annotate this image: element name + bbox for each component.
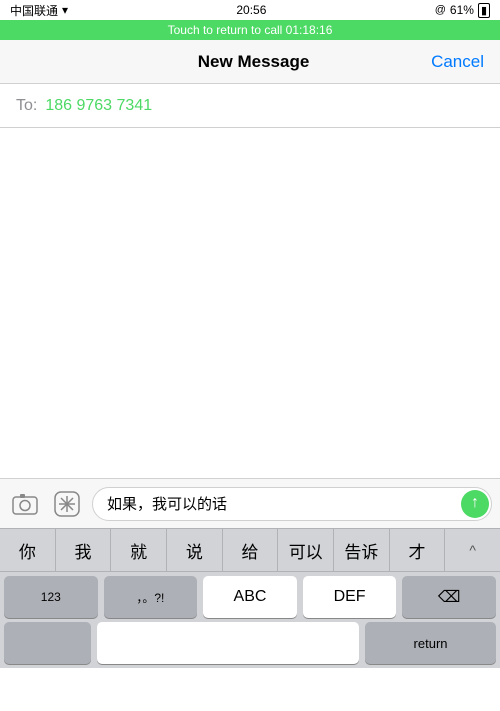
- predictive-bar: 你 我 就 说 给 可以 告诉 才 ^: [0, 528, 500, 572]
- key-abc-label: ABC: [234, 588, 267, 606]
- status-time: 20:56: [236, 3, 266, 17]
- key-def-label: DEF: [334, 588, 366, 606]
- call-banner-text: Touch to return to call 01:18:16: [168, 23, 333, 37]
- key-123-label: 123: [41, 590, 61, 604]
- message-area: [0, 128, 500, 478]
- appstore-button[interactable]: [50, 487, 84, 521]
- message-input[interactable]: [92, 487, 492, 521]
- to-field: To: 186 9763 7341: [0, 84, 500, 128]
- predictive-item-5[interactable]: 可以: [278, 529, 334, 571]
- camera-button[interactable]: [8, 487, 42, 521]
- appstore-icon: [53, 490, 81, 518]
- predictive-item-3[interactable]: 说: [167, 529, 223, 571]
- delete-icon: ⌫: [438, 587, 461, 607]
- battery-label: 61%: [450, 3, 474, 17]
- key-delete[interactable]: ⌫: [402, 576, 496, 618]
- predictive-item-0[interactable]: 你: [0, 529, 56, 571]
- predictive-text-1: 我: [75, 538, 92, 563]
- predictive-text-6: 告诉: [344, 538, 378, 563]
- predictive-item-4[interactable]: 给: [223, 529, 279, 571]
- send-button[interactable]: ↑: [461, 490, 489, 518]
- camera-icon: [11, 490, 39, 518]
- battery-icon: ▮: [478, 3, 490, 18]
- predictive-text-7: 才: [409, 538, 426, 563]
- keyboard-row-bottom: return: [0, 618, 500, 668]
- predictive-text-5: 可以: [289, 538, 323, 563]
- predictive-item-6[interactable]: 告诉: [334, 529, 390, 571]
- predictive-expand-button[interactable]: ^: [445, 529, 500, 571]
- keyboard-row-special: 123 ，。?! ABC DEF ⌫: [0, 572, 500, 618]
- wifi-icon: ▾: [62, 3, 68, 17]
- nav-bar: New Message Cancel: [0, 40, 500, 84]
- location-icon: @: [435, 4, 446, 16]
- carrier-label: 中国联通: [10, 2, 58, 19]
- message-input-wrapper: ↑: [92, 487, 492, 521]
- key-space[interactable]: [4, 622, 91, 664]
- key-punctuation[interactable]: ，。?!: [104, 576, 198, 618]
- predictive-text-4: 给: [242, 538, 259, 563]
- chevron-up-icon: ^: [469, 542, 476, 558]
- keyboard: 123 ，。?! ABC DEF ⌫ return: [0, 572, 500, 668]
- predictive-item-2[interactable]: 就: [111, 529, 167, 571]
- key-return[interactable]: return: [365, 622, 496, 664]
- cancel-button[interactable]: Cancel: [431, 52, 484, 72]
- to-number: 186 9763 7341: [45, 97, 152, 115]
- predictive-text-2: 就: [130, 538, 147, 563]
- key-return-label: return: [414, 636, 448, 651]
- status-right: @ 61% ▮: [435, 3, 490, 18]
- predictive-text-3: 说: [186, 538, 203, 563]
- predictive-item-7[interactable]: 才: [390, 529, 446, 571]
- key-punctuation-label: ，。?!: [136, 589, 164, 606]
- nav-title: New Message: [198, 52, 310, 72]
- input-toolbar: ↑: [0, 478, 500, 528]
- to-label: To:: [16, 97, 37, 115]
- key-def[interactable]: DEF: [303, 576, 397, 618]
- key-abc[interactable]: ABC: [203, 576, 297, 618]
- key-123[interactable]: 123: [4, 576, 98, 618]
- status-left: 中国联通 ▾: [10, 2, 68, 19]
- status-bar: 中国联通 ▾ 20:56 @ 61% ▮: [0, 0, 500, 20]
- send-arrow-icon: ↑: [471, 495, 479, 511]
- predictive-item-1[interactable]: 我: [56, 529, 112, 571]
- call-banner[interactable]: Touch to return to call 01:18:16: [0, 20, 500, 40]
- predictive-text-0: 你: [19, 538, 36, 563]
- key-space-wide[interactable]: [97, 622, 359, 664]
